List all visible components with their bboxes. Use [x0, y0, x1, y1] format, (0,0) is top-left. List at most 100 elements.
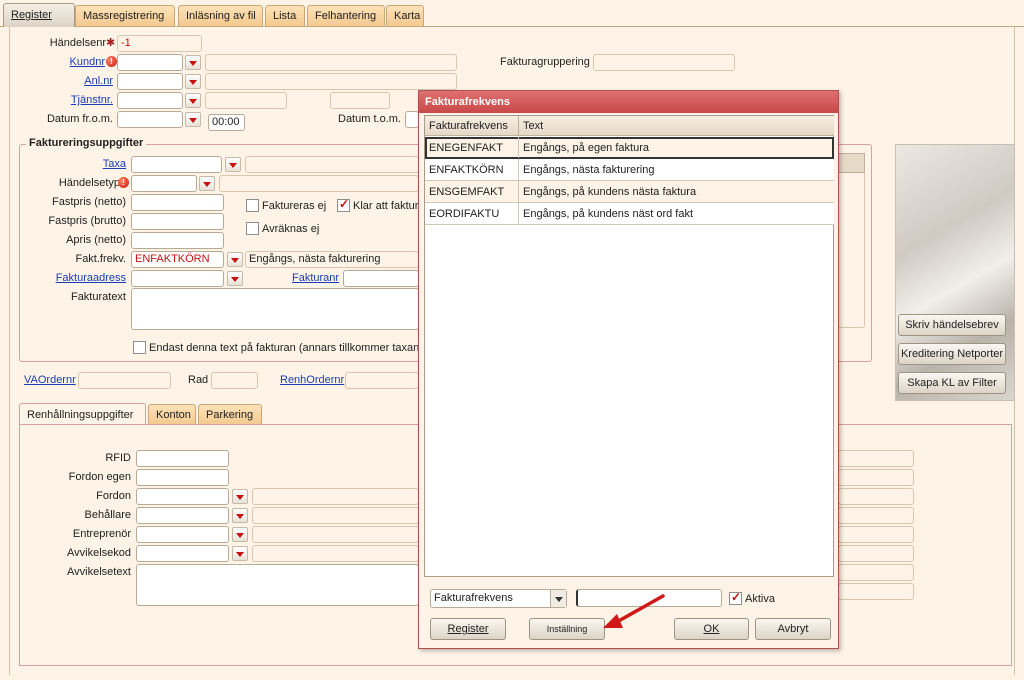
entreprenor-field[interactable]: [136, 526, 229, 543]
entreprenor-dropdown-icon[interactable]: [232, 527, 248, 542]
avvikelsetext-label: Avvikelsetext: [67, 566, 131, 578]
entreprenor-desc-field: [252, 526, 419, 543]
right-field-1: [838, 450, 914, 467]
rad-field: [211, 372, 258, 389]
faktfrekv-field[interactable]: ENFAKTKÖRN: [131, 251, 224, 268]
anlnr-link[interactable]: Anl.nr: [50, 75, 113, 87]
grid-cell-text: Engångs, på kundens näst ord fakt: [523, 208, 694, 220]
tab-register[interactable]: Register: [3, 3, 75, 27]
filter-select-chevron-icon[interactable]: [550, 590, 566, 607]
tab-massregistrering[interactable]: Massregistrering: [75, 5, 175, 26]
klar-att-fakturera-label: Klar att faktur: [353, 200, 419, 212]
ok-button[interactable]: OK: [674, 618, 749, 640]
handelsenr-label: Händelsenr: [49, 37, 106, 49]
grid-cell-text: Engångs, på egen faktura: [523, 142, 649, 154]
aktiva-checkbox[interactable]: [729, 590, 742, 605]
entreprenor-label: Entreprenör: [72, 528, 131, 540]
behallare-dropdown-icon[interactable]: [232, 508, 248, 523]
behallare-field[interactable]: [136, 507, 229, 524]
fakturagruppering-field: [593, 54, 735, 71]
kundnr-required-icon: !: [106, 56, 117, 67]
vaordernr-link[interactable]: VAOrdernr: [24, 374, 76, 386]
handelsetyp-desc-field: [219, 175, 419, 192]
rfid-field[interactable]: [136, 450, 229, 467]
fakturanr-field[interactable]: [343, 270, 419, 287]
grid-header-text[interactable]: Text: [519, 116, 834, 136]
avvikelsekod-field[interactable]: [136, 545, 229, 562]
grid-row[interactable]: EORDIFAKTU Engångs, på kundens näst ord …: [425, 203, 834, 225]
subtab-parkering[interactable]: Parkering: [198, 404, 262, 425]
faktfrekv-dropdown-icon[interactable]: [227, 252, 243, 267]
anlnr-dropdown-icon[interactable]: [185, 74, 201, 89]
taxa-link[interactable]: Taxa: [70, 158, 126, 170]
right-field-8: [838, 583, 914, 600]
grid-row[interactable]: ENSGEMFAKT Engångs, på kundens nästa fak…: [425, 181, 834, 203]
grid-cell-code: ENFAKTKÖRN: [425, 159, 519, 180]
tjanstnr-extra-field: [330, 92, 390, 109]
grid-header-fakturafrekvens[interactable]: Fakturafrekvens: [425, 116, 519, 136]
fakturagruppering-label: Fakturagruppering: [500, 56, 590, 68]
handelsenr-field: -1: [117, 35, 202, 52]
kundnr-link[interactable]: Kundnr: [50, 56, 105, 68]
datum-from-dropdown-icon[interactable]: [185, 112, 201, 127]
apris-netto-field[interactable]: [131, 232, 224, 249]
fastpris-brutto-field[interactable]: [131, 213, 224, 230]
faktureras-ej-checkbox[interactable]: [246, 199, 259, 212]
anlnr-address-field: [205, 73, 457, 90]
klar-att-fakturera-checkbox[interactable]: [337, 197, 350, 212]
renhordernr-link[interactable]: RenhOrdernr: [280, 374, 344, 386]
kundnr-field[interactable]: [117, 54, 183, 71]
fastpris-netto-field[interactable]: [131, 194, 224, 211]
taxa-dropdown-icon[interactable]: [225, 157, 241, 172]
tab-lista[interactable]: Lista: [265, 5, 305, 26]
fakturatext-field[interactable]: [131, 288, 419, 330]
skriv-handelsebrev-button[interactable]: Skriv händelsebrev: [898, 314, 1006, 336]
avvikelsekod-dropdown-icon[interactable]: [232, 546, 248, 561]
tab-massregistrering-label: Massregistrering: [83, 10, 165, 22]
tab-inlasning[interactable]: Inläsning av fil: [178, 5, 263, 26]
grid-cell-code: EORDIFAKTU: [425, 203, 519, 224]
rad-label: Rad: [188, 374, 209, 386]
handelsetyp-field[interactable]: [131, 175, 197, 192]
grid-row[interactable]: ENFAKTKÖRN Engångs, nästa fakturering: [425, 159, 834, 181]
subtab-konton[interactable]: Konton: [148, 404, 196, 425]
taxa-field[interactable]: [131, 156, 222, 173]
subtab-konton-label: Konton: [156, 409, 191, 421]
fakturaadress-field[interactable]: [131, 270, 224, 287]
kreditering-netporter-button[interactable]: Kreditering Netporter: [898, 343, 1006, 365]
tab-felhantering[interactable]: Felhantering: [307, 5, 385, 26]
fakturanr-link[interactable]: Fakturanr: [292, 272, 339, 284]
grid-row[interactable]: ENEGENFAKT Engångs, på egen faktura: [425, 137, 834, 159]
installning-button[interactable]: Inställning: [529, 618, 605, 640]
endast-text-checkbox[interactable]: [133, 341, 146, 354]
subtab-renhallning[interactable]: Renhållningsuppgifter: [19, 403, 146, 425]
fordon-egen-field[interactable]: [136, 469, 229, 486]
fastpris-netto-label: Fastpris (netto): [52, 196, 126, 208]
grid-cell-code: ENSGEMFAKT: [425, 181, 519, 202]
anlnr-field[interactable]: [117, 73, 183, 90]
avbryt-button[interactable]: Avbryt: [755, 618, 831, 640]
fakturaadress-link[interactable]: Fakturaadress: [40, 272, 126, 284]
skapa-kl-av-filter-button[interactable]: Skapa KL av Filter: [898, 372, 1006, 394]
handelsetyp-dropdown-icon[interactable]: [199, 176, 215, 191]
avbryt-label: Avbryt: [777, 623, 809, 635]
filter-column-select[interactable]: Fakturafrekvens: [430, 589, 567, 608]
grid-cell-text: Engångs, på kundens nästa faktura: [523, 186, 697, 198]
grid-cell-code: ENEGENFAKT: [425, 137, 519, 158]
tjanstnr-link[interactable]: Tjänstnr.: [50, 94, 113, 106]
tjanstnr-dropdown-icon[interactable]: [185, 93, 201, 108]
fakturaadress-dropdown-icon[interactable]: [227, 271, 243, 286]
tjanstnr-field[interactable]: [117, 92, 183, 109]
fordon-dropdown-icon[interactable]: [232, 489, 248, 504]
datum-from-time-field[interactable]: 00:00: [208, 114, 245, 131]
tab-karta[interactable]: Karta: [386, 5, 424, 26]
avvikelsetext-field[interactable]: [136, 564, 419, 606]
faktfrekv-text-field: Engångs, nästa fakturering: [245, 251, 419, 268]
fordon-field[interactable]: [136, 488, 229, 505]
datum-tom-field[interactable]: [405, 111, 419, 128]
dialog-register-button[interactable]: Register: [430, 618, 506, 640]
kundnr-dropdown-icon[interactable]: [185, 55, 201, 70]
right-field-2: [838, 469, 914, 486]
datum-from-field[interactable]: [117, 111, 183, 128]
avraknas-ej-checkbox[interactable]: [246, 222, 259, 235]
